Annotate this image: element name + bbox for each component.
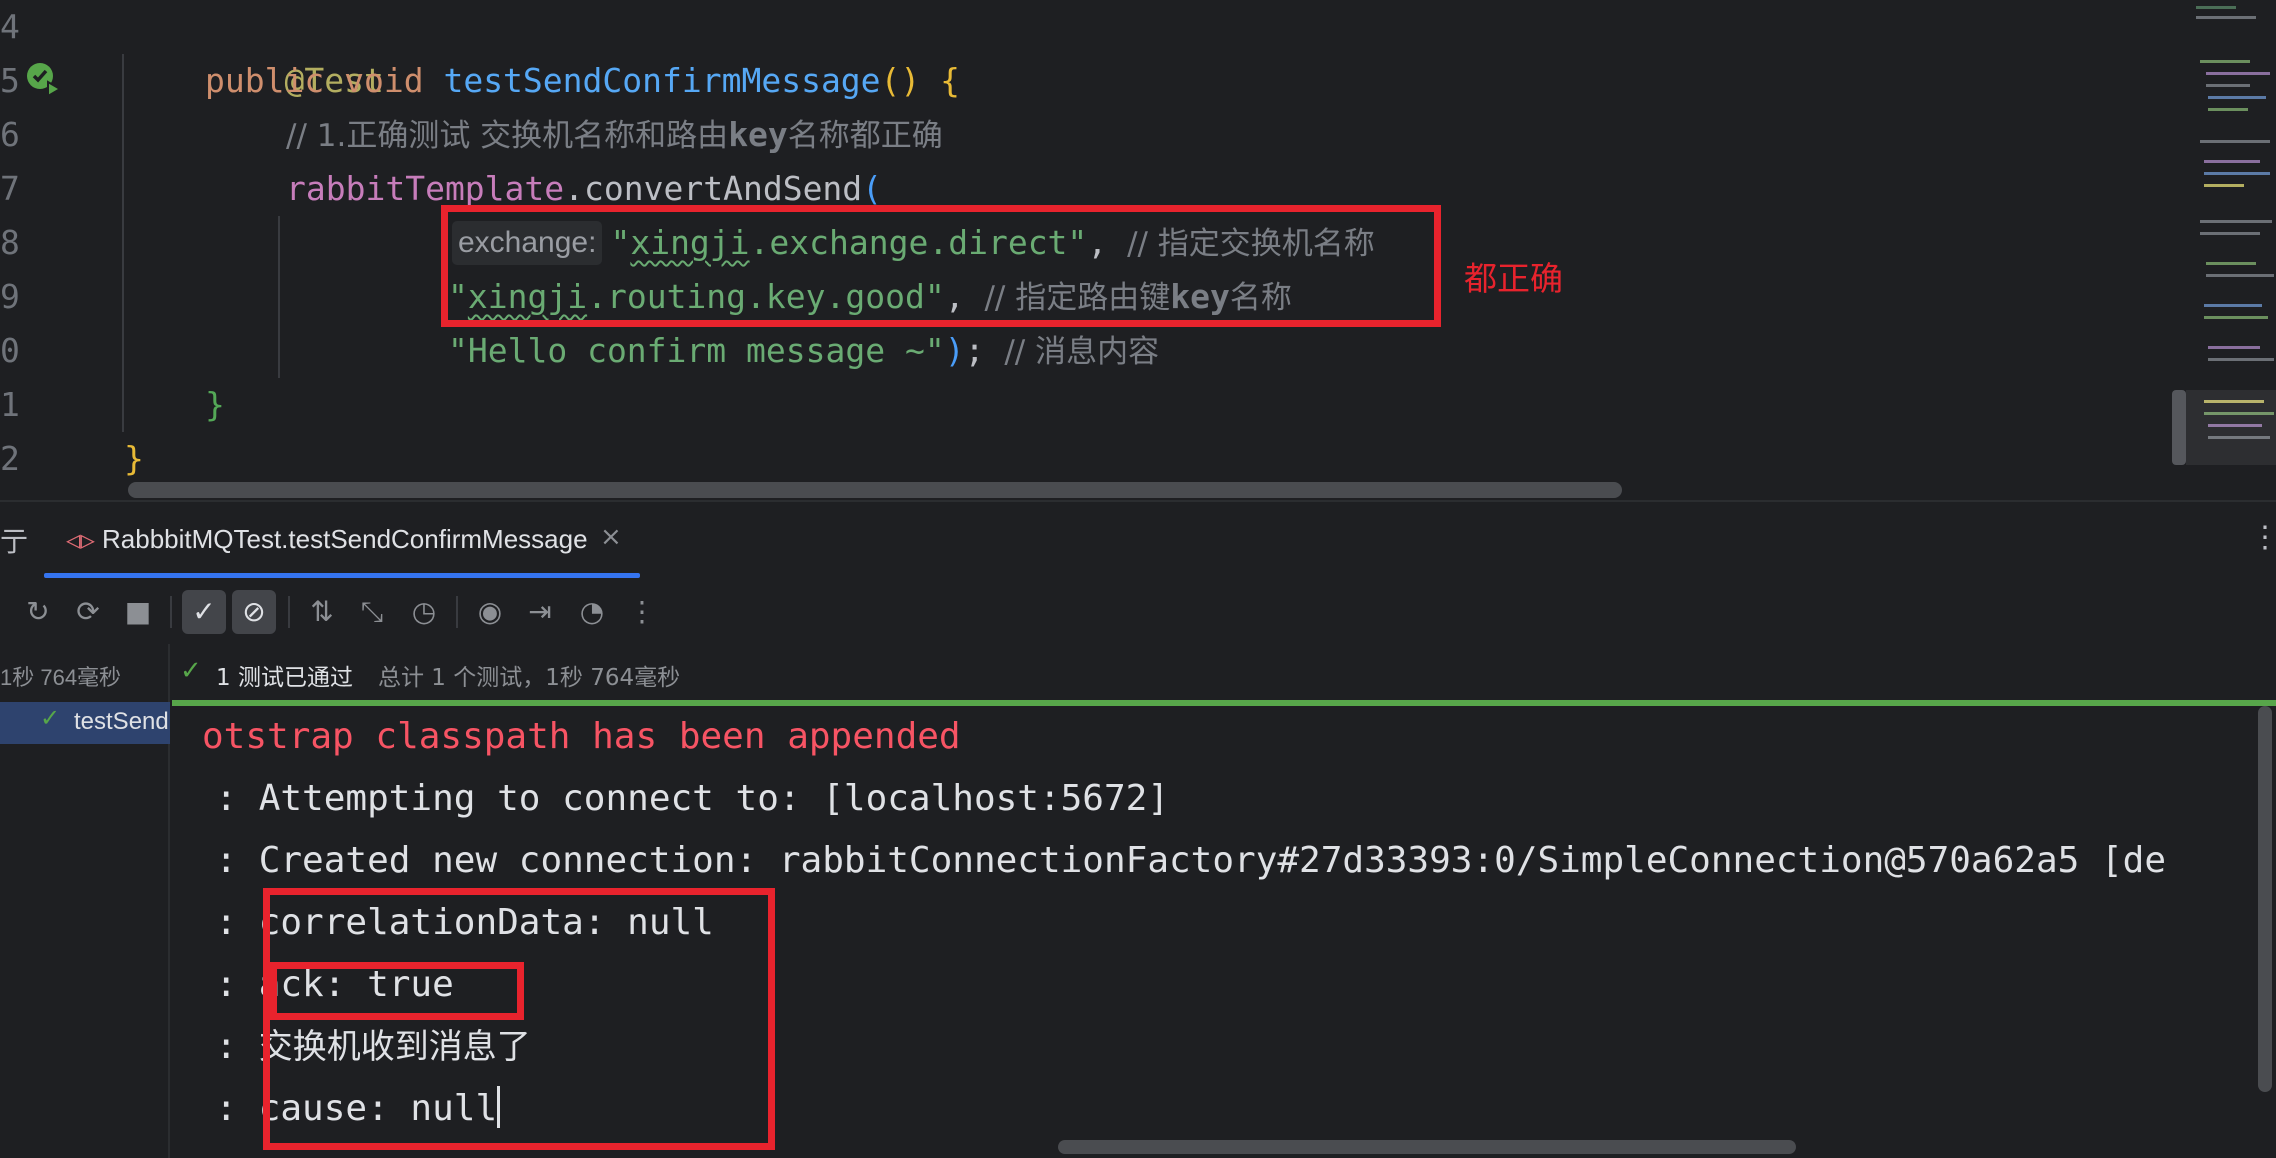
code-line: "Hello confirm message ~"); // 消息内容 [448,324,1159,378]
run-toolbar: ↻ ⟳ ■ ✓ ⊘ ⇅ ⤡ ◷ ◉ ⇥ ◔ ⋮ [0,580,2276,644]
toolbar-separator [288,596,290,628]
code-line: } [205,378,225,432]
method-name-token: testSendConfirmMessage [443,61,881,100]
console-vertical-scrollbar[interactable] [2258,706,2272,1092]
indent-guide [122,54,124,432]
run-tool-window-title: 亍 [0,525,29,558]
line-number: 7 [0,169,20,208]
passed-check-icon: ✓ [40,704,61,732]
show-ignored-toggle[interactable]: ⊘ [232,590,276,634]
comment-token: // 1.正确测试 交换机名称和路由 [286,118,729,154]
line-number: 1 [0,385,20,424]
test-status-bar: ✓ 1 测试已通过 总计 1 个测试，1秒 764毫秒 [172,644,2276,702]
comment-token: // 消息内容 [1004,334,1160,370]
line-number: 8 [0,223,20,262]
editor-horizontal-scrollbar[interactable] [128,482,1622,498]
minimap-viewport[interactable] [2186,390,2276,465]
paren-token: ( [862,169,883,208]
minimap-scroll-thumb[interactable] [2172,390,2186,465]
test-tree-item-label: testSend [74,708,169,735]
test-root-duration[interactable]: 1秒 764毫秒 [0,660,121,692]
toolbar-separator [456,596,458,628]
highlight-note: 都正确 [1464,259,1563,298]
comment-token: 名称都正确 [787,118,943,154]
paren-token: ) [944,331,965,370]
passed-check-icon: ✓ [180,656,202,686]
show-passed-toggle[interactable]: ✓ [182,590,226,634]
console-line: : Created new connection: rabbitConnecti… [172,840,2166,881]
run-config-icon: ◁▷ [66,526,95,554]
snapshot-icon[interactable]: ◉ [468,590,512,634]
more-options-icon[interactable]: ⋮ [620,590,664,634]
export-icon[interactable]: ⇥ [518,590,562,634]
collapse-all-icon[interactable]: ⤡ [350,590,394,634]
tab-title: RabbbitMQTest.testSendConfirmMessage [102,524,588,554]
line-number: 4 [0,7,20,46]
keyword-token: public [205,61,325,100]
rerun-failed-icon[interactable]: ⟳ [66,590,110,634]
line-number: 0 [0,331,20,370]
rerun-icon[interactable]: ↻ [16,590,60,634]
code-line: // 1.正确测试 交换机名称和路由key名称都正确 [286,108,943,162]
test-history-icon[interactable]: ◷ [402,590,446,634]
console-line: : Attempting to connect to: [localhost:5… [172,778,1170,819]
tests-summary-label: 总计 1 个测试，1秒 764毫秒 [378,665,681,691]
field-token: rabbitTemplate [286,169,565,208]
console-line: otstrap classpath has been appended [202,716,961,757]
brace-token: } [124,439,144,478]
close-icon[interactable]: × [600,522,622,552]
code-line: public void testSendConfirmMessage() { [205,54,960,108]
code-line: } [124,432,144,486]
keyword-token: void [344,61,424,100]
line-number: 2 [0,439,20,478]
indent-guide [278,216,280,378]
more-options-icon[interactable]: ⋮ [2250,520,2276,555]
test-tree-item[interactable]: ✓ testSend [0,702,170,744]
line-number: 9 [0,277,20,316]
method-signature-tail: () { [880,61,961,100]
console-horizontal-scrollbar[interactable] [1058,1140,1796,1154]
brace-token: } [205,385,225,424]
code-line: @Test [205,0,383,100]
test-tree: 1秒 764毫秒 ✓ testSend [0,644,170,1158]
tab-run-configuration[interactable]: ◁▷ RabbbitMQTest.testSendConfirmMessage … [44,502,640,582]
highlight-box-exchange-routing [441,205,1441,327]
comment-token: key [728,115,788,154]
run-tool-window-header: 亍 ◁▷ RabbbitMQTest.testSendConfirmMessag… [0,500,2276,580]
run-test-gutter-icon[interactable] [24,60,64,100]
line-number: 6 [0,115,20,154]
string-token: "Hello confirm message ~" [448,331,945,370]
sort-icon[interactable]: ⇅ [300,590,344,634]
semicolon-token: ; [964,331,1005,370]
active-tab-indicator [44,573,640,578]
coverage-icon[interactable]: ◔ [570,590,614,634]
stop-icon[interactable]: ■ [116,590,160,634]
toolbar-separator [170,596,172,628]
highlight-box-ack [270,962,524,1020]
method-call-token: .convertAndSend [564,169,863,208]
tests-passed-label: 1 测试已通过 [216,665,353,691]
